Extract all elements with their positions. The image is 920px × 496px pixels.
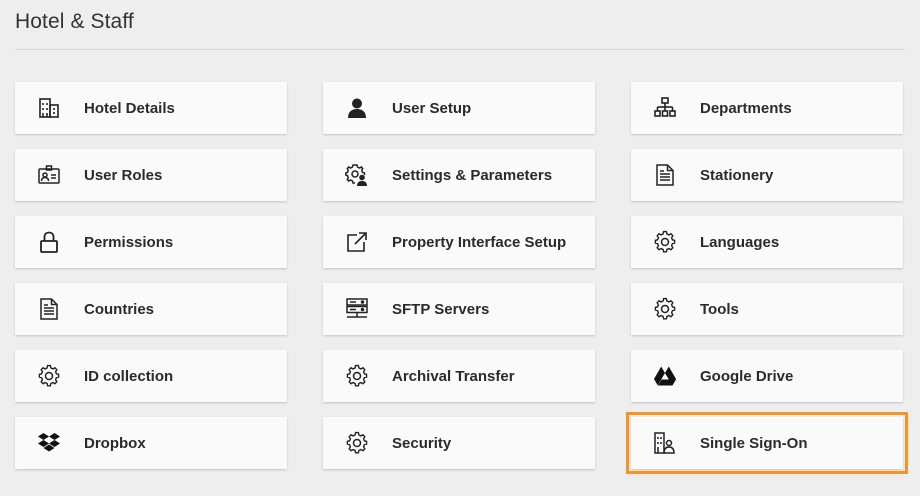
server-icon [344,296,370,322]
tile-permissions[interactable]: Permissions [15,216,287,268]
sso-building-icon [652,430,678,456]
tile-property-interface-setup[interactable]: Property Interface Setup [323,216,595,268]
page-title: Hotel & Staff [15,10,134,33]
tile-label: Languages [700,233,780,251]
user-icon [344,95,370,121]
tile-settings-parameters[interactable]: Settings & Parameters [323,149,595,201]
tile-label: Archival Transfer [392,367,515,385]
tile-label: Property Interface Setup [392,233,567,251]
tile-hotel-details[interactable]: Hotel Details [15,82,287,134]
tile-label: Hotel Details [84,99,175,117]
tile-label: Tools [700,300,739,318]
gear-icon [344,363,370,389]
tile-tools[interactable]: Tools [631,283,903,335]
tile-google-drive[interactable]: Google Drive [631,350,903,402]
tile-countries[interactable]: Countries [15,283,287,335]
building-icon [36,95,62,121]
tile-label: SFTP Servers [392,300,490,318]
tile-label: Settings & Parameters [392,166,553,184]
org-chart-icon [652,95,678,121]
tile-label: Permissions [84,233,174,251]
settings-tile-grid: Hotel Details User Setup Departments Use… [15,82,908,474]
tile-user-setup[interactable]: User Setup [323,82,595,134]
tile-label: Countries [84,300,155,318]
tile-departments[interactable]: Departments [631,82,903,134]
tile-label: Single Sign-On [700,434,808,452]
gear-icon [36,363,62,389]
tile-label: Google Drive [700,367,794,385]
tile-label: ID collection [84,367,174,385]
tile-label: Dropbox [84,434,146,452]
gear-icon [652,296,678,322]
tile-archival-transfer[interactable]: Archival Transfer [323,350,595,402]
tile-languages[interactable]: Languages [631,216,903,268]
gear-icon [344,430,370,456]
user-gear-icon [344,162,370,188]
tile-id-collection[interactable]: ID collection [15,350,287,402]
tile-user-roles[interactable]: User Roles [15,149,287,201]
dropbox-icon [36,430,62,456]
tile-label: User Roles [84,166,163,184]
id-card-icon [36,162,62,188]
tile-label: Security [392,434,452,452]
tile-label: User Setup [392,99,472,117]
tile-dropbox[interactable]: Dropbox [15,417,287,469]
tile-label: Stationery [700,166,774,184]
document-icon [36,296,62,322]
tile-security[interactable]: Security [323,417,595,469]
google-drive-icon [652,363,678,389]
tile-label: Departments [700,99,792,117]
external-link-icon [344,229,370,255]
tile-single-sign-on[interactable]: Single Sign-On [626,412,908,474]
document-icon [652,162,678,188]
lock-icon [36,229,62,255]
title-divider [15,49,905,50]
tile-stationery[interactable]: Stationery [631,149,903,201]
tile-sftp-servers[interactable]: SFTP Servers [323,283,595,335]
gear-icon [652,229,678,255]
